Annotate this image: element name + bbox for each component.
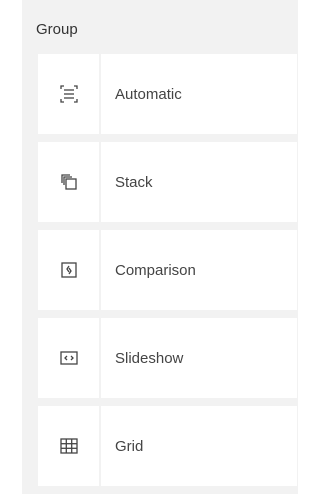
automatic-layout-icon: [38, 54, 101, 134]
option-label: Stack: [115, 173, 153, 191]
option-label: Grid: [115, 437, 144, 455]
comparison-icon: [38, 230, 101, 310]
group-panel: Group Automatic Stack Comparison Slidesh…: [22, 0, 298, 494]
option-label: Comparison: [115, 261, 196, 279]
option-grid[interactable]: Grid: [38, 406, 297, 486]
slideshow-icon: [38, 318, 101, 398]
option-stack[interactable]: Stack: [38, 142, 297, 222]
option-label: Automatic: [115, 85, 182, 103]
grid-icon: [38, 406, 101, 486]
option-label: Slideshow: [115, 349, 184, 367]
group-options-list: Automatic Stack Comparison Slideshow Gri…: [38, 54, 297, 494]
option-comparison[interactable]: Comparison: [38, 230, 297, 310]
stack-icon: [38, 142, 101, 222]
group-header: Group: [36, 21, 78, 38]
option-slideshow[interactable]: Slideshow: [38, 318, 297, 398]
option-automatic[interactable]: Automatic: [38, 54, 297, 134]
